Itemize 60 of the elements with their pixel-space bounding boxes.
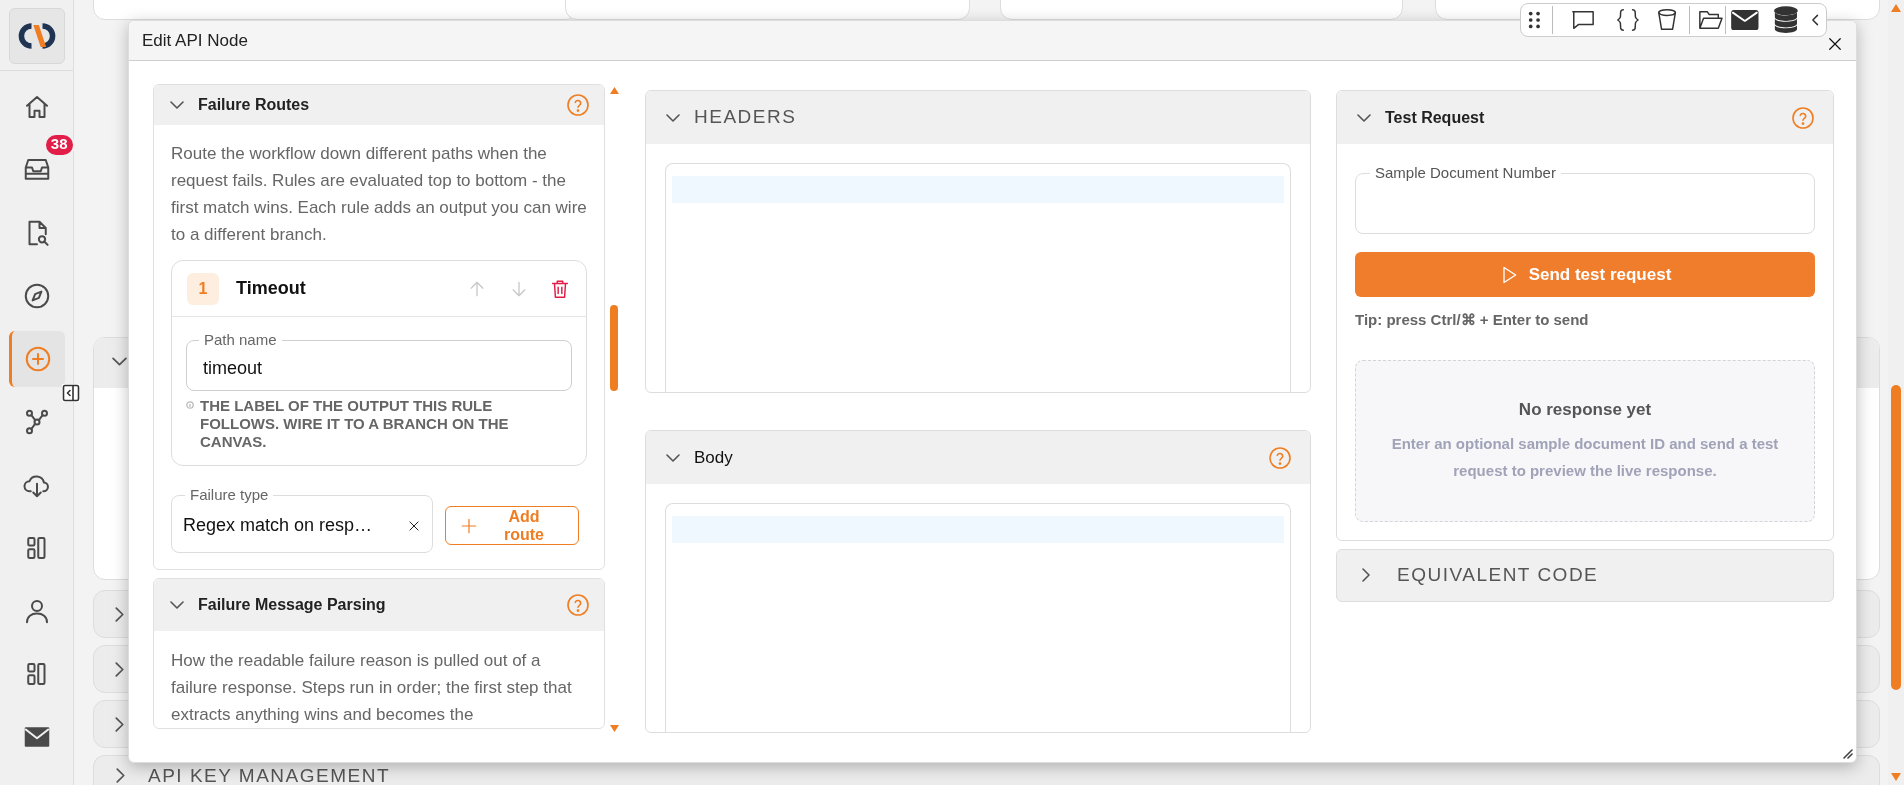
cup-icon[interactable] bbox=[1656, 7, 1679, 33]
info-icon bbox=[186, 401, 194, 409]
section-title: Failure Message Parsing bbox=[198, 595, 386, 615]
chevron-left-icon[interactable] bbox=[1810, 13, 1820, 27]
collapse-sidebar-icon[interactable] bbox=[62, 384, 80, 402]
chevron-right-icon bbox=[115, 717, 124, 732]
field-label: Sample Document Number bbox=[1374, 164, 1557, 182]
chevron-down-icon bbox=[666, 113, 680, 122]
select-value: Regex match on resp… bbox=[183, 514, 373, 537]
chevron-down-icon bbox=[1357, 113, 1371, 122]
section-description: How the readable failure reason is pulled out of a failure response. Steps run in order; the first step that extracts anything wins and becomes the bbox=[171, 650, 573, 726]
field-label: Path name bbox=[203, 331, 278, 349]
section-header[interactable]: Body bbox=[646, 431, 1310, 484]
logo-tile[interactable] bbox=[8, 8, 65, 64]
empty-state-text: Enter an optional sample document ID and send a test request to preview the live response. bbox=[1390, 434, 1780, 482]
failure-type-select[interactable]: Failure type Regex match on resp… bbox=[171, 486, 433, 553]
trash-icon[interactable] bbox=[549, 277, 571, 300]
path-name-field[interactable]: Path name timeout bbox=[186, 331, 572, 391]
sample-document-field[interactable]: Sample Document Number bbox=[1355, 164, 1815, 234]
chevron-down-icon bbox=[170, 601, 184, 609]
empty-state-title: No response yet bbox=[1518, 398, 1652, 421]
plus-icon bbox=[460, 516, 478, 535]
field-hint: THE LABEL OF THE OUTPUT THIS RULE FOLLOWS. WIRE IT TO A BRANCH ON THE CANVAS. bbox=[200, 397, 510, 451]
scroll-up-arrow-icon[interactable] bbox=[609, 86, 620, 95]
scrollbar-thumb[interactable] bbox=[1891, 385, 1901, 690]
section-title: API KEY MANAGEMENT bbox=[148, 766, 391, 785]
folder-open-icon[interactable] bbox=[1697, 8, 1724, 32]
comment-icon[interactable] bbox=[1570, 8, 1595, 32]
chevron-down-icon bbox=[666, 453, 680, 462]
envelope-icon[interactable] bbox=[1731, 8, 1759, 32]
section-title: EQUIVALENT CODE bbox=[1397, 562, 1599, 587]
tip-text: Tip: press Ctrl/⌘ + Enter to send bbox=[1355, 310, 1590, 330]
scroll-down-arrow-icon[interactable] bbox=[609, 724, 620, 733]
section-header[interactable]: Failure Message Parsing bbox=[154, 579, 604, 631]
section-header[interactable]: Test Request bbox=[1337, 91, 1833, 144]
section-title: Test Request bbox=[1385, 107, 1485, 128]
field-label: Failure type bbox=[189, 486, 270, 504]
chevron-right-icon bbox=[116, 768, 125, 783]
section-title: Failure Routes bbox=[198, 95, 310, 115]
database-icon[interactable] bbox=[1772, 5, 1799, 35]
clear-icon[interactable] bbox=[407, 518, 421, 533]
notification-badge: 38 bbox=[43, 132, 75, 157]
chevron-right-icon bbox=[115, 607, 124, 622]
resize-handle-icon[interactable] bbox=[1843, 749, 1853, 759]
braces-icon[interactable] bbox=[1614, 7, 1641, 33]
chevron-down-icon bbox=[170, 101, 184, 109]
dialog-title: Edit API Node bbox=[142, 29, 248, 52]
scrollbar-thumb[interactable] bbox=[610, 305, 618, 391]
chevron-right-icon bbox=[115, 662, 124, 677]
chevron-down-icon bbox=[112, 357, 127, 366]
route-number: 1 bbox=[187, 272, 219, 305]
section-header[interactable]: Failure Routes bbox=[154, 85, 604, 125]
route-name: Timeout bbox=[236, 277, 306, 300]
section-title: HEADERS bbox=[694, 105, 797, 130]
section-header[interactable]: HEADERS bbox=[646, 91, 1310, 144]
section-title: Body bbox=[694, 446, 733, 469]
section-header[interactable]: EQUIVALENT CODE bbox=[1336, 548, 1834, 602]
field-value: timeout bbox=[202, 357, 264, 380]
chevron-right-icon bbox=[1362, 568, 1370, 582]
section-description: Route the workflow down different paths when the request fails. Rules are evaluated top to bottom - the first match wins. Each rule adds an output you can wire to a different branch. bbox=[171, 143, 587, 246]
